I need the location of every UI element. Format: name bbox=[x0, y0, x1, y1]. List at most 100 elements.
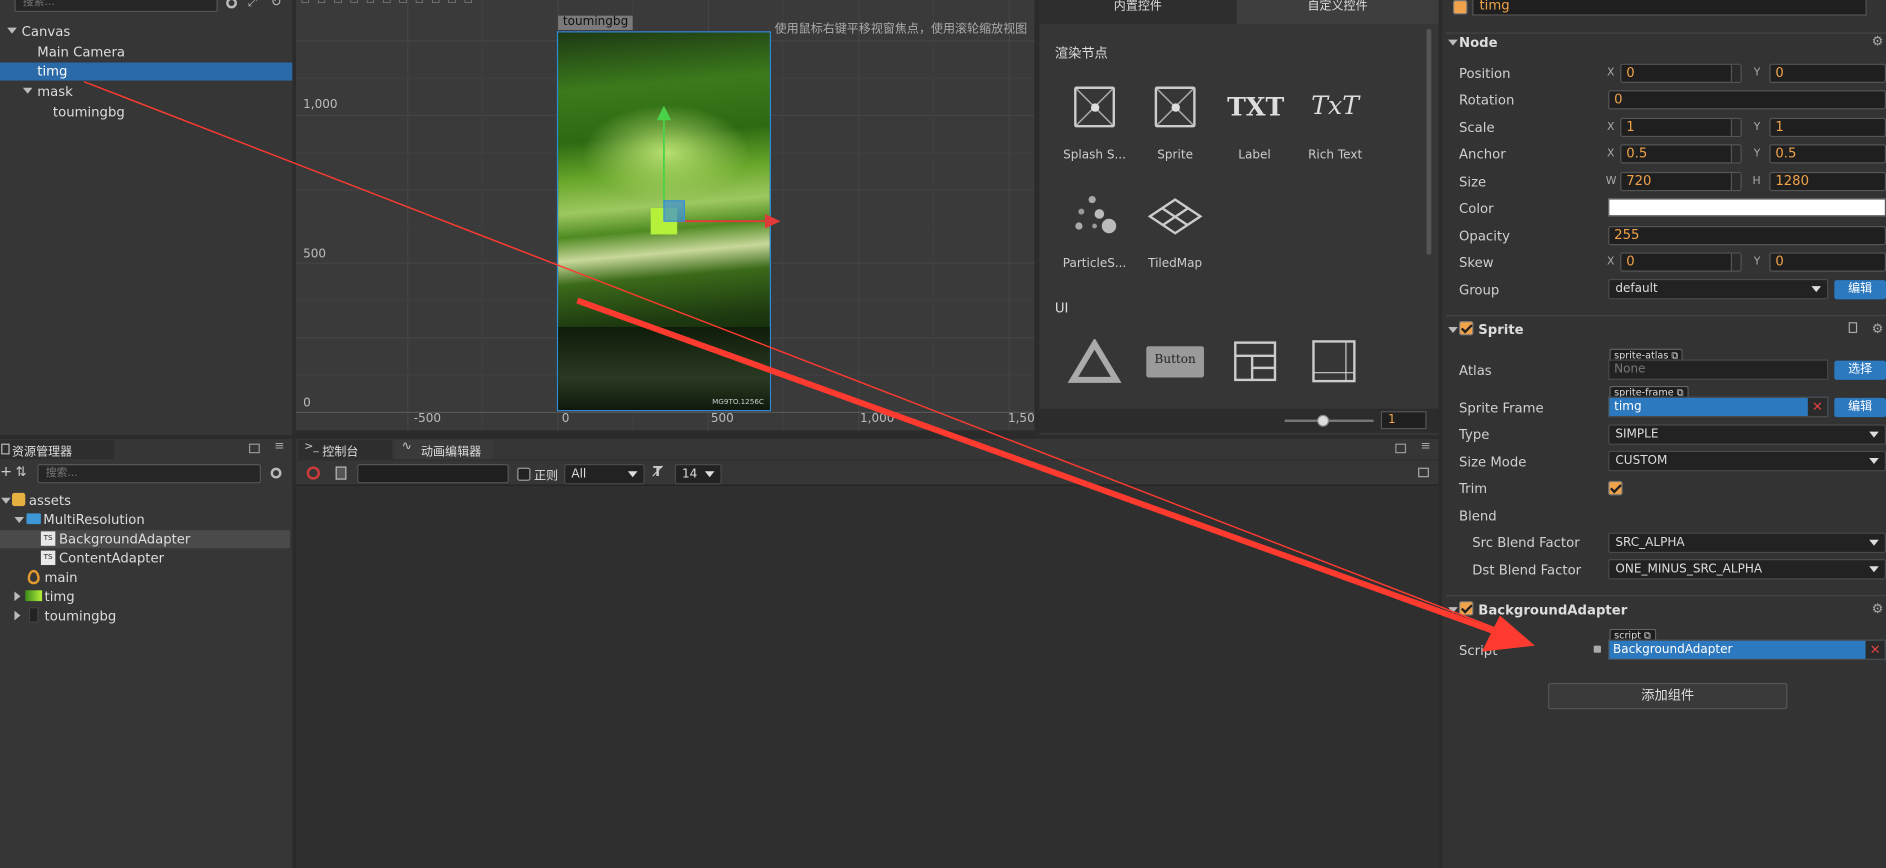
asset-toumingbg[interactable]: toumingbg bbox=[45, 608, 117, 624]
src-blend-select[interactable]: SRC_ALPHA bbox=[1608, 532, 1886, 554]
controls-zoom-slider[interactable] bbox=[1284, 414, 1374, 427]
collapse-assets-icon[interactable] bbox=[1, 497, 11, 504]
position-x-input[interactable]: 0 bbox=[1620, 63, 1742, 83]
tree-node-mask[interactable]: mask bbox=[37, 84, 73, 100]
hierarchy-search-input[interactable]: 搜索... bbox=[14, 0, 218, 13]
clear-console-icon[interactable] bbox=[306, 466, 320, 480]
asset-root[interactable]: assets bbox=[29, 493, 71, 509]
ui-controls-row[interactable] bbox=[1052, 339, 1437, 399]
label-control[interactable]: TXT Label bbox=[1212, 79, 1296, 166]
splash-sprite-control[interactable]: Splash S... bbox=[1052, 79, 1136, 166]
asset-main[interactable]: main bbox=[45, 570, 78, 586]
size-w-spinner[interactable] bbox=[1730, 173, 1741, 190]
image-icon bbox=[25, 590, 43, 602]
chevron-down-icon bbox=[627, 471, 638, 478]
particle-system-control[interactable]: ParticleS... bbox=[1052, 190, 1136, 277]
sprite-control[interactable]: Sprite bbox=[1133, 79, 1217, 166]
font-size-select[interactable]: 14 bbox=[674, 464, 722, 485]
sprite-frame-edit-button[interactable]: 编辑 bbox=[1834, 397, 1886, 418]
refresh-icon[interactable]: ↻ bbox=[271, 0, 283, 8]
assets-popout-icon[interactable] bbox=[248, 443, 260, 454]
position-y-input[interactable]: 0 bbox=[1769, 63, 1886, 83]
log-level-value: All bbox=[571, 467, 587, 481]
node-collapse-icon[interactable] bbox=[1448, 39, 1458, 46]
console-menu-icon[interactable]: ≡ bbox=[1421, 440, 1431, 453]
assets-add-icon[interactable]: + bbox=[0, 463, 12, 480]
asset-contentadapter[interactable]: ContentAdapter bbox=[59, 551, 164, 567]
tab-custom-controls[interactable]: 自定义控件 bbox=[1236, 0, 1439, 25]
node-name-input[interactable]: timg bbox=[1472, 0, 1867, 16]
console-filter-input[interactable] bbox=[357, 464, 509, 484]
collapse-mask-icon[interactable] bbox=[22, 87, 33, 94]
expand-icon[interactable]: ⤢ bbox=[248, 0, 260, 10]
type-select[interactable]: SIMPLE bbox=[1608, 424, 1886, 445]
sprite-frame-field[interactable]: timg ✕ bbox=[1608, 396, 1829, 418]
group-select[interactable]: default bbox=[1608, 278, 1829, 300]
sprite-enabled-checkbox[interactable] bbox=[1459, 320, 1474, 336]
position-x-spinner[interactable] bbox=[1730, 64, 1741, 82]
scale-y-input[interactable]: 1 bbox=[1769, 117, 1886, 138]
add-component-button[interactable]: 添加组件 bbox=[1548, 682, 1788, 710]
color-picker[interactable] bbox=[1608, 198, 1886, 217]
scale-x-spinner[interactable] bbox=[1730, 119, 1741, 136]
rotation-input[interactable]: 0 bbox=[1608, 90, 1886, 110]
anchor-x-spinner[interactable] bbox=[1730, 145, 1741, 163]
tree-node-timg[interactable]: timg bbox=[37, 64, 67, 80]
anchor-x-input[interactable]: 0.5 bbox=[1620, 144, 1742, 164]
skew-x-spinner[interactable] bbox=[1730, 253, 1741, 271]
controls-zoom-input[interactable]: 1 bbox=[1380, 411, 1427, 430]
open-log-icon[interactable] bbox=[335, 466, 347, 480]
trim-checkbox[interactable] bbox=[1608, 480, 1623, 496]
sprite-gear-icon[interactable]: ⚙ bbox=[1872, 321, 1884, 337]
clear-script-icon[interactable]: ✕ bbox=[1865, 640, 1885, 659]
script-field[interactable]: BackgroundAdapter ✕ bbox=[1608, 639, 1886, 661]
size-mode-select[interactable]: CUSTOM bbox=[1608, 450, 1886, 472]
node-active-checkbox[interactable] bbox=[1452, 0, 1468, 15]
dst-blend-select[interactable]: ONE_MINUS_SRC_ALPHA bbox=[1608, 559, 1886, 580]
skew-y-input[interactable]: 0 bbox=[1769, 252, 1886, 272]
node-section-header[interactable] bbox=[1445, 32, 1886, 51]
tiled-map-control[interactable]: TiledMap bbox=[1133, 190, 1217, 277]
scale-x-input[interactable]: 1 bbox=[1620, 117, 1742, 138]
tree-node-toumingbg[interactable]: toumingbg bbox=[53, 105, 125, 121]
tree-node-main-camera[interactable]: Main Camera bbox=[37, 44, 125, 60]
anchor-y-input[interactable]: 0.5 bbox=[1769, 144, 1886, 164]
assets-search-input[interactable]: 搜索... bbox=[37, 464, 262, 484]
log-level-select[interactable]: All bbox=[564, 464, 645, 485]
bg-adapter-collapse-icon[interactable] bbox=[1448, 607, 1458, 614]
scene-panel[interactable]: ▭▭▭▭▭▭▭▭▭▭▭ 1,000 500 0 -500 0 500 1,000… bbox=[295, 0, 1035, 431]
size-w-input[interactable]: 720 bbox=[1620, 171, 1742, 192]
atlas-field[interactable]: None bbox=[1608, 359, 1829, 380]
bg-adapter-enabled-checkbox[interactable] bbox=[1459, 601, 1474, 616]
asset-timg[interactable]: timg bbox=[45, 589, 75, 605]
expand-timg-icon[interactable] bbox=[14, 591, 21, 602]
collapse-console-icon[interactable] bbox=[1418, 467, 1429, 478]
move-gizmo[interactable] bbox=[296, 0, 1035, 430]
collapse-canvas-icon[interactable] bbox=[7, 27, 17, 34]
rich-text-control[interactable]: TxT Rich Text bbox=[1293, 79, 1377, 166]
blend-label: Blend bbox=[1459, 508, 1497, 525]
assets-sort-icon[interactable]: ⇅ bbox=[16, 464, 27, 480]
opacity-input[interactable]: 255 bbox=[1608, 226, 1886, 246]
skew-x-input[interactable]: 0 bbox=[1620, 252, 1742, 272]
assets-menu-icon[interactable]: ≡ bbox=[274, 440, 284, 453]
sprite-collapse-icon[interactable] bbox=[1448, 327, 1458, 334]
collapse-multires-icon[interactable] bbox=[14, 516, 25, 523]
sprite-doc-icon[interactable] bbox=[1848, 322, 1858, 334]
assets-search-icon[interactable] bbox=[270, 467, 282, 479]
controls-scrollbar[interactable] bbox=[1426, 28, 1432, 255]
node-gear-icon[interactable]: ⚙ bbox=[1872, 34, 1884, 50]
regex-checkbox[interactable] bbox=[517, 467, 531, 481]
tab-builtin-controls[interactable]: 内置控件 bbox=[1039, 0, 1237, 25]
tree-node-canvas[interactable]: Canvas bbox=[22, 24, 71, 40]
bg-adapter-gear-icon[interactable]: ⚙ bbox=[1872, 601, 1884, 617]
asset-folder-multiresolution[interactable]: MultiResolution bbox=[43, 512, 144, 528]
clear-frame-icon[interactable]: ✕ bbox=[1807, 397, 1828, 416]
atlas-select-button[interactable]: 选择 bbox=[1834, 360, 1886, 380]
zoom-slider-handle[interactable] bbox=[1317, 414, 1330, 427]
console-popout-icon[interactable] bbox=[1395, 443, 1407, 454]
asset-backgroundadapter[interactable]: BackgroundAdapter bbox=[59, 531, 190, 547]
group-edit-button[interactable]: 编辑 bbox=[1834, 280, 1886, 300]
expand-toumingbg-icon[interactable] bbox=[14, 610, 21, 621]
size-h-input[interactable]: 1280 bbox=[1769, 171, 1886, 192]
